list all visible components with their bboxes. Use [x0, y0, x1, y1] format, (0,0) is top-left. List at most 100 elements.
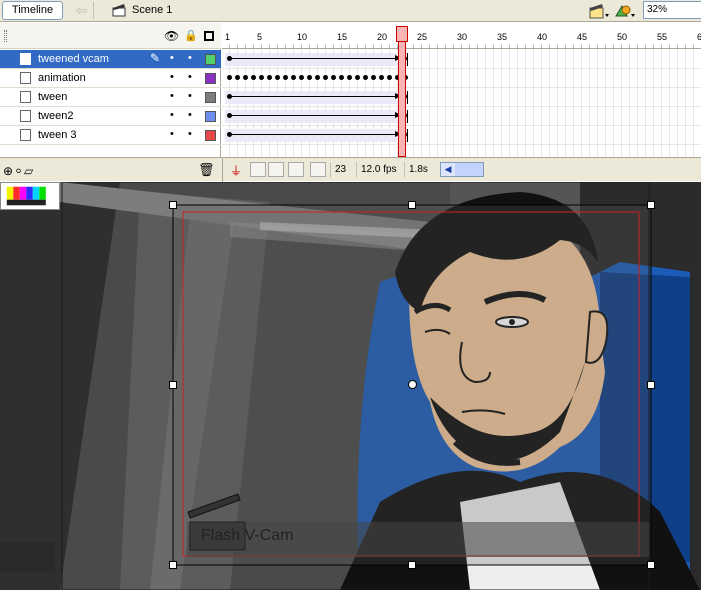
- keyframe[interactable]: [347, 75, 352, 80]
- transform-handle-b[interactable]: [408, 561, 416, 569]
- insert-layer-icon[interactable]: ⊕: [3, 164, 15, 178]
- keyframe[interactable]: [259, 75, 264, 80]
- zoom-input[interactable]: 32%: [643, 1, 701, 19]
- onion-skin-outlines-icon[interactable]: [268, 162, 284, 177]
- visibility-toggle[interactable]: •: [170, 52, 174, 64]
- lock-toggle[interactable]: •: [188, 109, 192, 121]
- keyframe[interactable]: [275, 75, 280, 80]
- keyframe[interactable]: [235, 75, 240, 80]
- keyframe[interactable]: [299, 75, 304, 80]
- visibility-toggle[interactable]: •: [170, 109, 174, 121]
- onion-skin-icon[interactable]: [250, 162, 266, 177]
- outline-color-swatch[interactable]: [205, 111, 216, 122]
- lock-icon[interactable]: 🔒: [184, 29, 198, 42]
- tween-arrow: [230, 131, 401, 137]
- keyframe[interactable]: [307, 75, 312, 80]
- tween-span[interactable]: [225, 110, 408, 123]
- layer-row[interactable]: tween • •: [0, 88, 221, 107]
- insert-folder-icon[interactable]: ▱: [24, 164, 35, 178]
- keyframe[interactable]: [251, 75, 256, 80]
- timeline-scrollbar[interactable]: ◀: [440, 162, 484, 177]
- visibility-toggle[interactable]: •: [170, 71, 174, 83]
- modify-onion-markers-icon[interactable]: [310, 162, 326, 177]
- stage-canvas[interactable]: Flash V-Cam: [0, 182, 701, 590]
- keyframe[interactable]: [267, 75, 272, 80]
- ruler-number: 35: [497, 32, 508, 42]
- outline-icon[interactable]: [204, 31, 214, 41]
- eye-icon[interactable]: 👁: [164, 29, 179, 43]
- edit-scene-icon[interactable]: [614, 2, 636, 20]
- lock-toggle[interactable]: •: [188, 90, 192, 102]
- frame-rate-value[interactable]: 12.0 fps: [356, 162, 401, 178]
- tween-span[interactable]: [225, 53, 408, 66]
- keyframe[interactable]: [363, 75, 368, 80]
- trash-icon[interactable]: 🗑: [198, 162, 215, 178]
- outline-color-swatch[interactable]: [205, 92, 216, 103]
- frame-row[interactable]: [222, 69, 701, 88]
- layer-name[interactable]: tweened vcam: [38, 53, 109, 65]
- elapsed-time-value: 1.8s: [404, 162, 432, 178]
- scene-label[interactable]: Scene 1: [132, 4, 172, 16]
- outline-color-swatch[interactable]: [205, 130, 216, 141]
- transform-handle-tr[interactable]: [647, 201, 655, 209]
- footer-divider: [222, 158, 223, 182]
- frames-grid[interactable]: 1 5 10 15 20 25 30 35 40 45 50 55 6: [222, 23, 701, 157]
- timeline-toggle-button[interactable]: Timeline: [2, 1, 63, 20]
- transform-pivot[interactable]: [408, 380, 417, 389]
- outline-color-swatch[interactable]: [205, 73, 216, 84]
- keyframe[interactable]: [379, 75, 384, 80]
- keyframe[interactable]: [371, 75, 376, 80]
- frame-row[interactable]: [222, 126, 701, 145]
- tween-span[interactable]: [225, 91, 408, 104]
- keyframe[interactable]: [227, 75, 232, 80]
- lock-toggle[interactable]: •: [188, 128, 192, 140]
- ruler-number: 50: [617, 32, 628, 42]
- add-motion-guide-icon[interactable]: ⸰: [15, 164, 24, 178]
- keyframe[interactable]: [243, 75, 248, 80]
- lock-toggle[interactable]: •: [188, 71, 192, 83]
- playhead-handle[interactable]: [396, 26, 408, 42]
- visibility-toggle[interactable]: •: [170, 90, 174, 102]
- layer-row[interactable]: tween 3 • •: [0, 126, 221, 145]
- tween-span[interactable]: [225, 129, 408, 142]
- keyframe[interactable]: [315, 75, 320, 80]
- layer-icon: [20, 91, 31, 103]
- frame-row[interactable]: [222, 107, 701, 126]
- transform-handle-t[interactable]: [408, 201, 416, 209]
- outline-color-swatch[interactable]: [205, 54, 216, 65]
- layer-row[interactable]: tween2 • •: [0, 107, 221, 126]
- keyframe[interactable]: [283, 75, 288, 80]
- scroll-left-icon[interactable]: ◀: [441, 163, 455, 176]
- lock-toggle[interactable]: •: [188, 52, 192, 64]
- keyframe[interactable]: [339, 75, 344, 80]
- visibility-toggle[interactable]: •: [170, 128, 174, 140]
- panel-grip-icon[interactable]: [4, 30, 7, 42]
- frame-ruler[interactable]: 1 5 10 15 20 25 30 35 40 45 50 55 6: [222, 23, 701, 49]
- playhead[interactable]: [398, 26, 406, 157]
- transform-handle-tl[interactable]: [169, 201, 177, 209]
- frame-row[interactable]: [222, 50, 701, 69]
- keyframe[interactable]: [387, 75, 392, 80]
- keyframe[interactable]: [291, 75, 296, 80]
- vcam-title: Flash V-Cam: [201, 527, 294, 544]
- layer-name[interactable]: tween2: [38, 110, 73, 122]
- layer-name[interactable]: animation: [38, 72, 86, 84]
- keyframe[interactable]: [355, 75, 360, 80]
- keyframe[interactable]: [323, 75, 328, 80]
- frame-row[interactable]: [222, 88, 701, 107]
- edit-symbols-icon[interactable]: [588, 2, 610, 20]
- transform-handle-br[interactable]: [647, 561, 655, 569]
- transform-handle-l[interactable]: [169, 381, 177, 389]
- transform-handle-bl[interactable]: [169, 561, 177, 569]
- layer-name[interactable]: tween: [38, 91, 67, 103]
- transform-handle-r[interactable]: [647, 381, 655, 389]
- layer-row[interactable]: animation • •: [0, 69, 221, 88]
- center-frame-icon[interactable]: ⏚: [230, 162, 242, 179]
- keyframe[interactable]: [331, 75, 336, 80]
- layer-row[interactable]: tweened vcam ✎ • •: [0, 50, 221, 69]
- layer-name[interactable]: tween 3: [38, 129, 77, 141]
- timeline-footer: ⊕⸰▱ 🗑 ⏚ 23 12.0 fps 1.8s ◀: [0, 157, 701, 182]
- edit-multiple-frames-icon[interactable]: [288, 162, 304, 177]
- back-arrow-icon[interactable]: ⇦: [70, 2, 94, 19]
- ruler-number: 1: [225, 32, 231, 42]
